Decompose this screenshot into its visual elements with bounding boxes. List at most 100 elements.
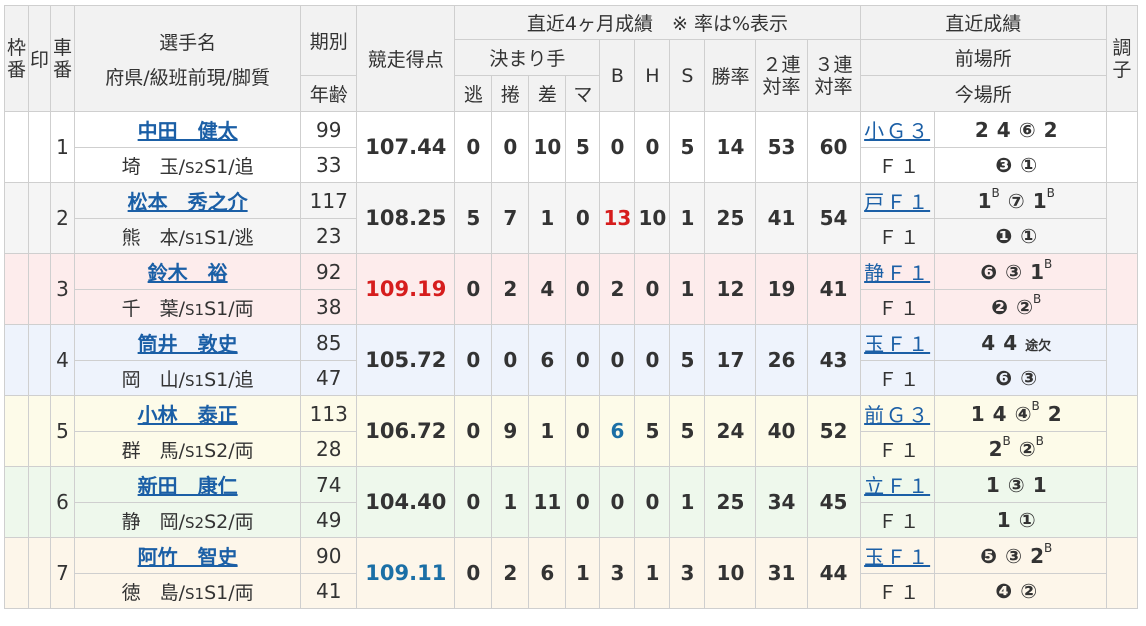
result-mark: ①: [1018, 508, 1036, 532]
prev-venue-link[interactable]: 前Ｇ３: [864, 403, 930, 427]
rider-row-4: 4 筒井 敦史 85 105.72 0 0 6 0 0 0 5 17 26 43 玉Ｆ１ 4 4 途欠: [3, 324, 1139, 396]
nige-cell: 0: [454, 324, 493, 396]
rider-name-link[interactable]: 鈴木 裕: [148, 261, 228, 285]
back-mark: B: [1031, 398, 1040, 413]
prev-venue-link[interactable]: 玉Ｆ１: [864, 332, 930, 356]
class-prev: S1: [185, 300, 205, 319]
r2-cell: 41: [755, 182, 808, 254]
cur-results-cell: 2B ②B: [933, 431, 1107, 467]
rider-name-link[interactable]: 松本 秀之介: [128, 190, 248, 214]
rider-name-cell: 筒井 敦史: [74, 324, 302, 361]
h-cell: 0: [634, 111, 671, 183]
waku-cell: [3, 324, 30, 396]
header-kibetsu: 期別: [300, 5, 358, 76]
pref-text: 静 岡/: [121, 510, 186, 533]
cur-results-cell: ❻③: [933, 360, 1107, 396]
header-ma: マ: [565, 75, 601, 112]
prev-venue-link[interactable]: 戸Ｆ１: [864, 190, 930, 214]
rider-row-7: 7 阿竹 智史 90 109.11 0 2 6 1 3 1 3 10 31 44 玉Ｆ１ ❺ ③ 2B: [3, 537, 1139, 609]
result-mark: ③: [1005, 259, 1023, 284]
result-mark: 1: [970, 401, 985, 426]
s-cell: 5: [669, 395, 706, 467]
header-nenrei: 年齢: [300, 75, 358, 112]
sashi-cell: 10: [528, 111, 567, 183]
cur-venue-cell: Ｆ１: [859, 573, 935, 609]
rider-pref-cell: 岡 山/S1S1/追: [74, 360, 302, 396]
r2-cell: 53: [755, 111, 808, 183]
nige-cell: 0: [454, 537, 493, 609]
rider-pref: 徳 島/S1S1/両: [122, 582, 254, 604]
header-ren3: ３連対率: [806, 39, 861, 112]
waku-cell: [3, 253, 30, 325]
prev-results-cell: ❺ ③ 2B: [933, 537, 1107, 574]
waku-cell: [3, 182, 30, 254]
prev-results-cell: 24⑥2: [933, 111, 1107, 148]
rider-name-link[interactable]: 筒井 敦史: [138, 332, 238, 356]
prev-venue-link[interactable]: 静Ｆ１: [864, 261, 930, 285]
choshi-cell: [1105, 111, 1139, 183]
rider-name-link[interactable]: 阿竹 智史: [138, 545, 238, 569]
rider-name-link[interactable]: 中田 健太: [138, 119, 238, 143]
shirushi-cell[interactable]: [28, 466, 52, 538]
kyosotokuten-cell: 105.72: [356, 324, 456, 396]
header-shoritsu: 勝率: [704, 39, 757, 112]
prev-results-cell: 4 4 途欠: [933, 324, 1107, 361]
pref-text: 熊 本/: [121, 226, 186, 249]
prev-venue-link[interactable]: 立Ｆ１: [864, 474, 930, 498]
sashi-cell: 4: [528, 253, 567, 325]
kyosotokuten-cell: 106.72: [356, 395, 456, 467]
r3-cell: 43: [806, 324, 861, 396]
shaban-cell: 5: [50, 395, 76, 467]
h-cell: 1: [634, 537, 671, 609]
makuri-cell: 1: [491, 466, 530, 538]
r3-cell: 45: [806, 466, 861, 538]
class-prev: S2: [185, 158, 205, 177]
sashi-cell: 6: [528, 324, 567, 396]
points-value: 108.25: [365, 206, 447, 230]
age-cell: 49: [300, 502, 358, 538]
race-table-container: 枠番 印 車番 選手名 府県/級班前現/脚質 期別 競走得点 直近4ヶ月成績 ※…: [0, 0, 1146, 626]
result-mark: 1: [1032, 472, 1047, 497]
rider-pref-cell: 静 岡/S2S2/両: [74, 502, 302, 538]
kibetsu-cell: 99: [300, 111, 358, 148]
leg-style: /両: [228, 439, 254, 462]
rider-name-link[interactable]: 新田 康仁: [138, 474, 238, 498]
result-mark: 1B: [1032, 185, 1055, 213]
b-cell: 0: [599, 324, 636, 396]
header-recent4: 直近4ヶ月成績 ※ 率は%表示: [454, 5, 861, 40]
cur-venue-cell: Ｆ１: [859, 360, 935, 396]
result-mark: 4: [981, 330, 996, 355]
rider-pref: 岡 山/S1S1/追: [122, 369, 254, 391]
result-mark: ⑥: [1018, 117, 1036, 142]
kyosotokuten-cell: 109.11: [356, 537, 456, 609]
rider-name-cell: 小林 泰正: [74, 395, 302, 432]
shirushi-cell[interactable]: [28, 253, 52, 325]
rider-name-link[interactable]: 小林 泰正: [138, 403, 238, 427]
shirushi-cell[interactable]: [28, 537, 52, 609]
points-value: 106.72: [365, 419, 447, 443]
makuri-cell: 2: [491, 537, 530, 609]
header-rider-name: 選手名 府県/級班前現/脚質: [74, 5, 302, 112]
result-mark: ⑦: [1007, 188, 1025, 213]
ma-cell: 0: [565, 395, 601, 467]
back-mark: B: [1035, 434, 1044, 448]
h-cell: 0: [634, 253, 671, 325]
result-mark: ②B: [1018, 434, 1044, 461]
result-mark: 4: [1003, 330, 1018, 355]
shirushi-cell[interactable]: [28, 395, 52, 467]
shirushi-cell[interactable]: [28, 182, 52, 254]
result-mark: ③: [1005, 543, 1023, 568]
cur-results-cell: ❸①: [933, 147, 1107, 183]
shirushi-cell[interactable]: [28, 324, 52, 396]
header-s: S: [669, 39, 706, 112]
shirushi-cell[interactable]: [28, 111, 52, 183]
prev-venue-link[interactable]: 小Ｇ３: [864, 119, 930, 143]
ma-cell: 0: [565, 182, 601, 254]
leg-style: /逃: [228, 226, 254, 249]
class-prev: S1: [185, 371, 205, 390]
prev-venue-cell: 玉Ｆ１: [859, 324, 935, 361]
rider-pref: 千 葉/S1S1/両: [122, 298, 254, 320]
cur-venue: Ｆ１: [878, 226, 923, 249]
b-cell: 2: [599, 253, 636, 325]
prev-venue-link[interactable]: 玉Ｆ１: [864, 545, 930, 569]
